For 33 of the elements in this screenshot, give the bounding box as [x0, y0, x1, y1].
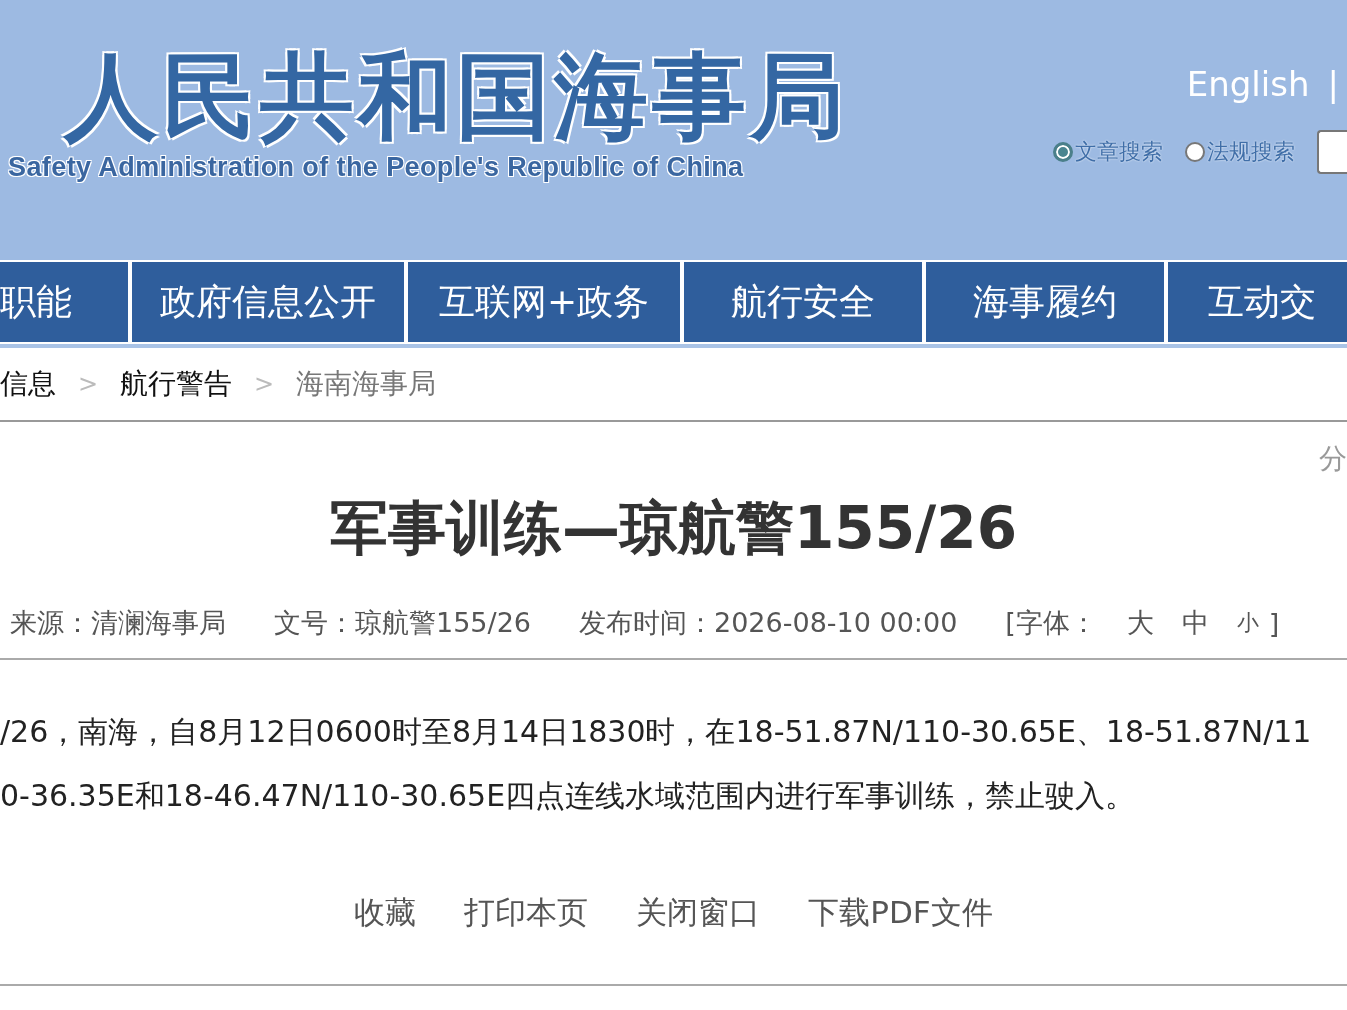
document-number: 文号：琼航警155/26 [274, 606, 531, 640]
breadcrumb-separator: > [254, 370, 275, 398]
publish-time: 发布时间：2026-08-10 00:00 [579, 606, 958, 640]
nav-tab[interactable]: 互动交 [1168, 262, 1347, 342]
breadcrumb-link[interactable]: 航行警告 [120, 365, 233, 403]
action-link[interactable]: 收藏 [354, 892, 417, 934]
breadcrumb-link[interactable]: 海南海事局 [296, 365, 437, 403]
action-link[interactable]: 下载PDF文件 [808, 892, 993, 934]
article-text: 0-36.35E和18-46.47N/110-30.65E四点连线水域范围内进行军事训练，禁止驶入。 [0, 777, 1137, 815]
nav-tab[interactable]: 职能 [0, 262, 128, 342]
radio-button[interactable] [1053, 142, 1073, 162]
font-size-link[interactable]: 中 [1181, 605, 1209, 641]
breadcrumb-link[interactable]: 信息 [0, 365, 56, 403]
nav-tab[interactable]: 航行安全 [684, 262, 922, 342]
font-size-bracket: ] [1268, 607, 1280, 639]
font-size-link[interactable]: 小 [1236, 608, 1259, 638]
breadcrumb-separator: > [78, 370, 99, 398]
separator: | [1327, 64, 1339, 104]
article-text: /26，南海，自8月12日0600时至8月14日1830时，在18-51.87N/110-30.65E、18-51.87N/11 [0, 713, 1313, 751]
nav-tab[interactable]: 海事履约 [926, 262, 1164, 342]
nav-tab[interactable]: 政府信息公开 [132, 262, 404, 342]
search-field[interactable] [1317, 130, 1347, 174]
radio-button[interactable] [1185, 142, 1205, 162]
action-link[interactable]: 关闭窗口 [636, 892, 761, 934]
font-size-label: [字体： [1005, 606, 1097, 640]
nav-tab[interactable]: 互联网+政务 [408, 262, 680, 342]
font-size-link[interactable]: 大 [1126, 605, 1154, 641]
article-title: 军事训练—琼航警155/26 [329, 493, 1018, 564]
source-text: 来源：清澜海事局 [10, 606, 226, 640]
share-label: 分 [1319, 441, 1347, 477]
action-link[interactable]: 打印本页 [464, 892, 589, 934]
logo-subtitle: Safety Administration of the People's Republic of China [8, 152, 745, 183]
logo-title: 人民共和国海事局 [64, 42, 848, 152]
